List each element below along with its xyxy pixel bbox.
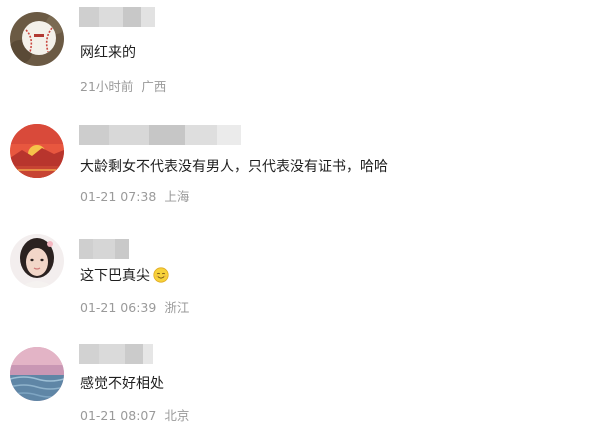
sunset-avatar-image — [10, 124, 64, 178]
portrait-avatar-image — [10, 234, 64, 288]
comment-time: 01-21 07:38 — [80, 189, 157, 204]
comment-meta: 01-21 08:07 北京 — [80, 407, 189, 425]
comment-meta: 01-21 06:39 浙江 — [80, 299, 189, 317]
comment-item: 感觉不好相处 01-21 08:07 北京 — [0, 332, 600, 438]
comment-location: 北京 — [164, 408, 190, 423]
comment-location: 上海 — [164, 189, 190, 204]
comment-item: 大龄剩女不代表没有男人，只代表没有证书，哈哈 01-21 07:38 上海 — [0, 110, 600, 222]
comment-meta: 21小时前 广西 — [80, 78, 166, 96]
avatar[interactable] — [10, 347, 64, 401]
avatar[interactable] — [10, 12, 64, 66]
comment-location: 浙江 — [164, 300, 190, 315]
comment-time: 01-21 06:39 — [80, 300, 157, 315]
username-blurred[interactable] — [79, 7, 155, 27]
smiling-emoji-icon — [153, 267, 169, 283]
comment-item: 这下巴真尖 01-21 06:39 浙江 — [0, 222, 600, 332]
comment-text-body: 这下巴真尖 — [80, 268, 150, 284]
avatar[interactable] — [10, 234, 64, 288]
comment-text: 网红来的 — [80, 45, 136, 61]
username-blurred[interactable] — [79, 344, 153, 364]
username-blurred[interactable] — [79, 125, 241, 145]
comment-meta: 01-21 07:38 上海 — [80, 188, 189, 206]
comment-time: 21小时前 — [80, 79, 134, 94]
comment-text: 大龄剩女不代表没有男人，只代表没有证书，哈哈 — [80, 159, 388, 175]
avatar[interactable] — [10, 124, 64, 178]
comment-list: 网红来的 21小时前 广西 大龄剩女不代表没有男人，只代表没有证书，哈哈 01-… — [0, 0, 600, 438]
comment-time: 01-21 08:07 — [80, 408, 157, 423]
seascape-avatar-image — [10, 347, 64, 401]
comment-text: 这下巴真尖 — [80, 266, 169, 286]
baseball-avatar-image — [10, 12, 64, 66]
comment-item: 网红来的 21小时前 广西 — [0, 0, 600, 110]
comment-text: 感觉不好相处 — [80, 376, 164, 392]
username-blurred[interactable] — [79, 239, 129, 259]
comment-location: 广西 — [141, 79, 167, 94]
